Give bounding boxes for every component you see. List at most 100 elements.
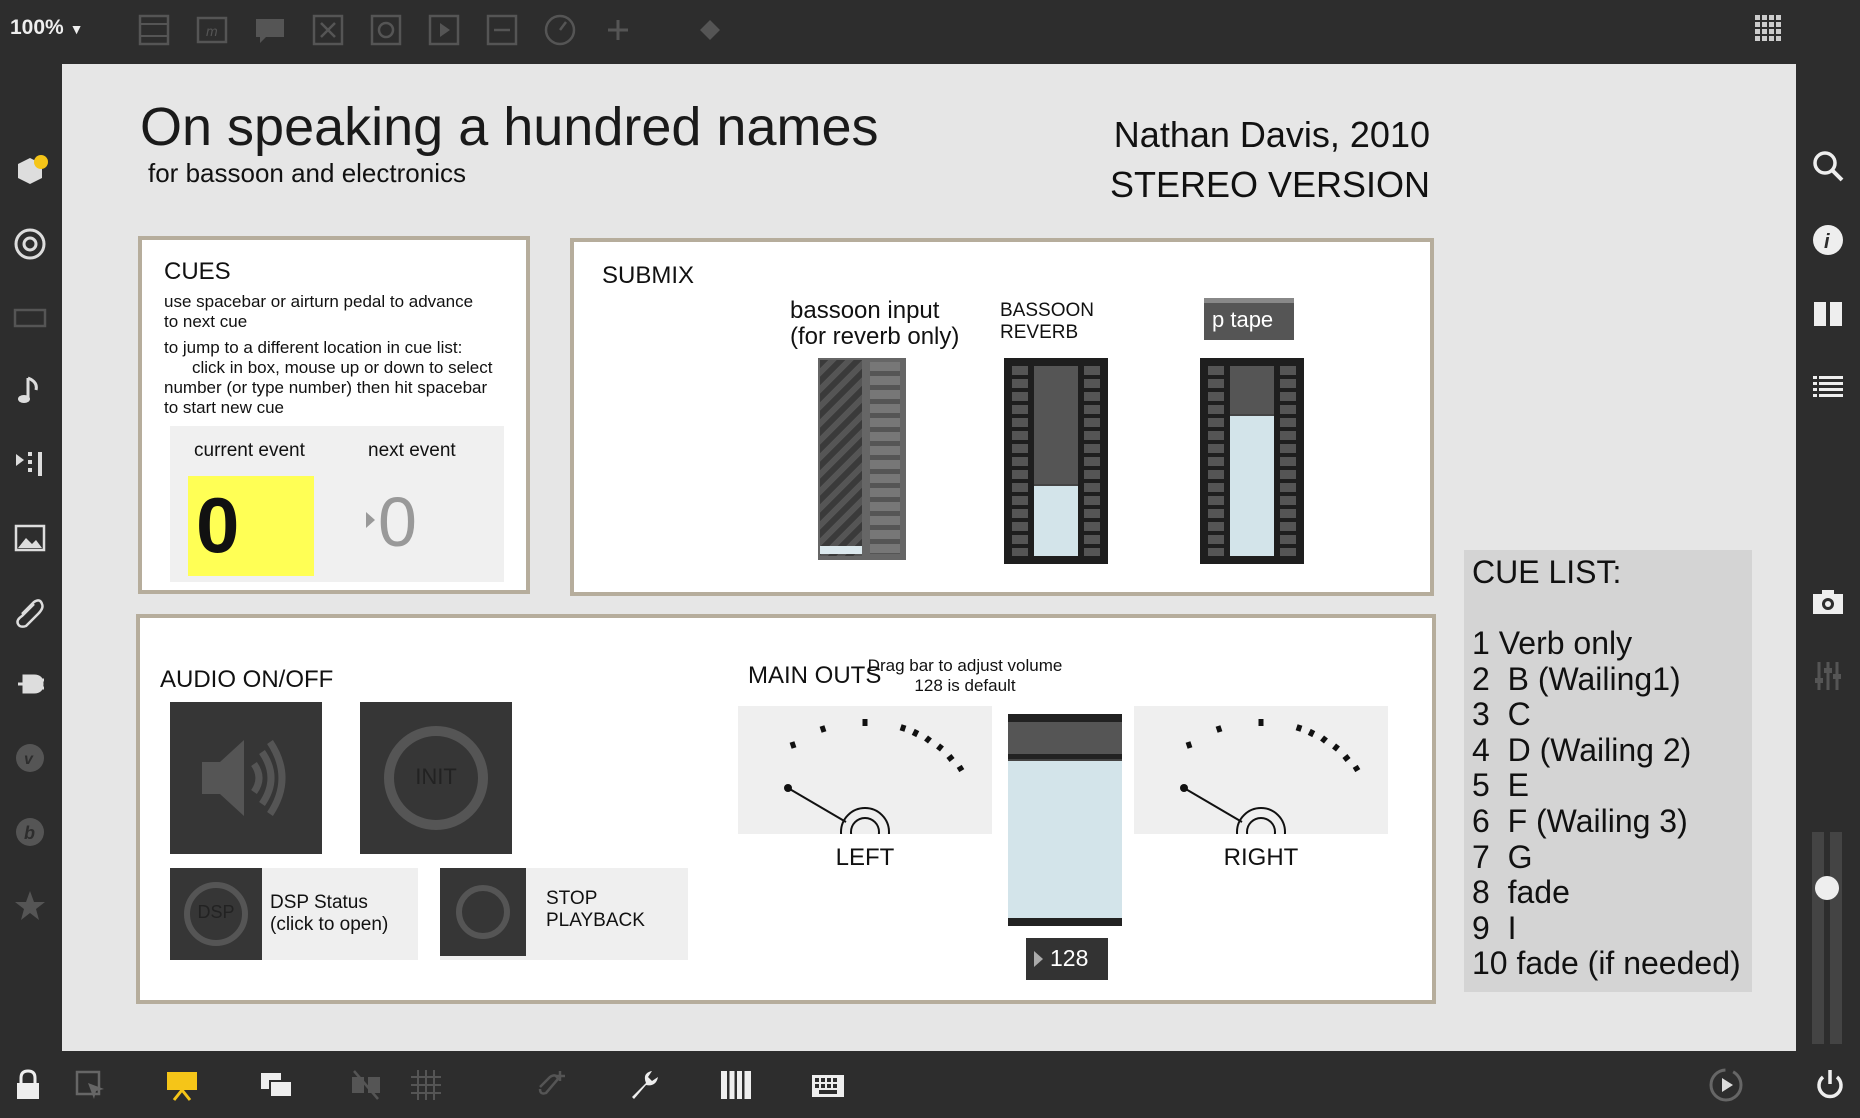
list-item: 2 B (Wailing1) bbox=[1472, 660, 1681, 697]
dsp-status-button[interactable]: DSP DSP Status (click to open) bbox=[170, 868, 418, 960]
cues-panel: CUES use spacebar or airturn pedal to ad… bbox=[138, 236, 530, 594]
power-icon[interactable] bbox=[1810, 1065, 1850, 1105]
stop-playback-text: STOP PLAYBACK bbox=[546, 888, 645, 932]
volume-hint-1: Drag bar to adjust volume bbox=[867, 656, 1063, 675]
event-box: current event next event 0 0 bbox=[170, 426, 504, 582]
v-circle-icon[interactable]: v bbox=[10, 738, 50, 778]
dsp-status-line-2: (click to open) bbox=[270, 914, 389, 935]
columns-icon[interactable] bbox=[1808, 294, 1848, 334]
page-subtitle: for bassoon and electronics bbox=[148, 158, 466, 188]
image-icon[interactable] bbox=[10, 518, 50, 558]
p-tape-object[interactable]: p tape bbox=[1204, 298, 1294, 340]
play-box-icon[interactable] bbox=[424, 10, 464, 50]
target-icon[interactable] bbox=[10, 224, 50, 264]
audio-heading: AUDIO ON/OFF bbox=[160, 666, 334, 693]
current-event-value: 0 bbox=[196, 481, 240, 569]
current-event-label: current event bbox=[194, 440, 305, 461]
dial-icon[interactable] bbox=[540, 10, 580, 50]
number-arrow-icon bbox=[1034, 951, 1043, 967]
camera-icon[interactable] bbox=[1808, 582, 1848, 622]
bassoon-input-slider[interactable] bbox=[818, 358, 906, 560]
init-button[interactable]: INIT bbox=[360, 702, 512, 854]
reverb-level-fill bbox=[1034, 483, 1078, 556]
dsp-label: DSP bbox=[197, 902, 235, 922]
speech-bubble-icon[interactable] bbox=[250, 10, 290, 50]
circle-button-icon[interactable] bbox=[366, 10, 406, 50]
left-sidebar: v b bbox=[0, 64, 62, 1051]
master-slider-knob[interactable] bbox=[1815, 876, 1839, 900]
search-icon[interactable] bbox=[1808, 146, 1848, 186]
version-label: STEREO VERSION bbox=[1109, 164, 1430, 205]
chevron-down-icon[interactable]: ▼ bbox=[70, 21, 84, 37]
playlist-icon[interactable] bbox=[10, 444, 50, 484]
tape-led-left bbox=[1208, 366, 1224, 556]
wrench-icon[interactable] bbox=[624, 1065, 664, 1105]
keyboard-icon[interactable] bbox=[10, 298, 50, 338]
presentation-icon[interactable] bbox=[162, 1065, 202, 1105]
master-level-meter[interactable] bbox=[1812, 832, 1842, 1044]
list-icon[interactable] bbox=[1808, 368, 1848, 408]
layout-icon[interactable] bbox=[134, 10, 174, 50]
stop-line-2: PLAYBACK bbox=[546, 910, 645, 931]
stop-button[interactable] bbox=[440, 868, 526, 956]
submix-heading: SUBMIX bbox=[602, 262, 695, 289]
star-icon[interactable] bbox=[10, 886, 50, 926]
comment-m-icon[interactable]: m bbox=[192, 10, 232, 50]
keyboard-icon[interactable] bbox=[808, 1065, 848, 1105]
select-arrow-icon[interactable] bbox=[70, 1065, 110, 1105]
tape-led-right bbox=[1280, 366, 1296, 556]
list-item: 3 C bbox=[1472, 696, 1531, 733]
bassoon-reverb-label: BASSOON REVERB bbox=[1000, 300, 1094, 344]
volume-level-fill bbox=[1008, 759, 1122, 918]
bassoon-input-level bbox=[820, 546, 862, 554]
plus-icon[interactable] bbox=[598, 10, 638, 50]
grid-icon[interactable] bbox=[1750, 10, 1790, 50]
mixer-icon[interactable] bbox=[1808, 656, 1848, 696]
music-note-icon[interactable] bbox=[10, 370, 50, 410]
audio-toggle-button[interactable] bbox=[170, 702, 322, 854]
volume-number-box[interactable]: 128 bbox=[1026, 938, 1108, 980]
tape-level-fill bbox=[1230, 413, 1274, 556]
tape-track bbox=[1230, 366, 1274, 556]
volume-track-top bbox=[1008, 722, 1122, 754]
windows-icon[interactable] bbox=[256, 1065, 296, 1105]
bassoon-reverb-slider[interactable] bbox=[1004, 358, 1108, 564]
stop-line-1: STOP bbox=[546, 888, 598, 909]
svg-text:b: b bbox=[24, 823, 35, 843]
plug-icon[interactable] bbox=[10, 664, 50, 704]
paperclip-icon[interactable] bbox=[10, 592, 50, 632]
zoom-level[interactable]: 100% ▼ bbox=[10, 16, 83, 40]
tape-slider[interactable] bbox=[1200, 358, 1304, 564]
list-item: 6 F (Wailing 3) bbox=[1472, 802, 1688, 839]
stop-playback-button[interactable]: STOP PLAYBACK bbox=[440, 868, 688, 960]
bassoon-input-led-column bbox=[870, 362, 900, 554]
list-item: 9 I bbox=[1472, 909, 1517, 946]
submix-panel: SUBMIX bassoon input (for reverb only) B… bbox=[570, 238, 1434, 596]
volume-hint-2: 128 is default bbox=[914, 676, 1016, 695]
init-label: INIT bbox=[415, 764, 457, 789]
bassoon-input-label-2: (for reverb only) bbox=[790, 323, 960, 350]
mute-icon[interactable] bbox=[346, 1065, 386, 1105]
cube-icon[interactable] bbox=[10, 152, 50, 192]
lock-icon[interactable] bbox=[8, 1065, 48, 1105]
info-icon[interactable]: i bbox=[1808, 220, 1848, 260]
paperclip-plus-icon[interactable] bbox=[530, 1065, 570, 1105]
grid-icon[interactable] bbox=[406, 1065, 446, 1105]
main-volume-slider[interactable] bbox=[1008, 714, 1122, 926]
current-event-number[interactable]: 0 bbox=[188, 476, 314, 576]
reverb-label-1: BASSOON bbox=[1000, 300, 1094, 321]
piano-icon[interactable] bbox=[716, 1065, 756, 1105]
play-circle-icon[interactable] bbox=[1706, 1065, 1746, 1105]
right-label: RIGHT bbox=[1223, 844, 1299, 871]
list-item: 1 Verb only bbox=[1472, 625, 1633, 661]
slider-box-icon[interactable] bbox=[482, 10, 522, 50]
dsp-button[interactable]: DSP bbox=[170, 868, 262, 960]
paint-bucket-icon[interactable] bbox=[690, 10, 730, 50]
b-circle-icon[interactable]: b bbox=[10, 812, 50, 852]
speaker-icon bbox=[202, 740, 286, 816]
next-event-number[interactable]: 0 bbox=[378, 482, 417, 562]
number-arrow-icon bbox=[366, 512, 375, 528]
volume-hint: Drag bar to adjust volume 128 is default bbox=[800, 656, 1130, 696]
svg-text:v: v bbox=[24, 751, 34, 768]
x-box-icon[interactable] bbox=[308, 10, 348, 50]
